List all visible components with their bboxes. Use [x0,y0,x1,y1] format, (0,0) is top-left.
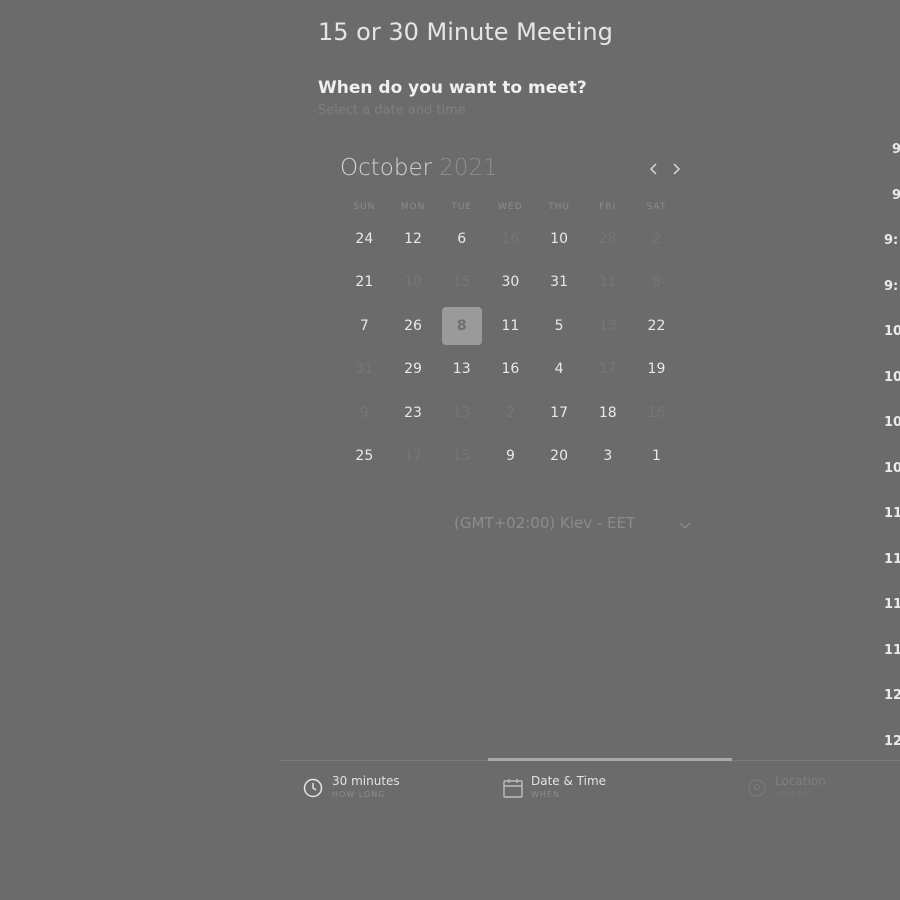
weekday-label: FRI [599,202,617,212]
weekday-label: WED [498,202,523,212]
chevron-down-icon [679,522,691,529]
step-duration-label: 30 minutes [332,774,400,788]
step-location-label: Location [775,774,826,788]
calendar-day[interactable]: 4 [535,348,584,392]
calendar-day: 15 [452,448,471,465]
weekday-label: SUN [353,202,376,212]
chevron-left-icon [649,163,657,175]
time-slot[interactable]: 12 [884,734,900,749]
active-step-indicator [488,758,732,761]
calendar-day[interactable]: 18 [583,391,632,435]
calendar-day: 16 [501,230,520,247]
clock-icon [303,778,323,798]
calendar-day[interactable]: 16 [486,348,535,392]
time-slot[interactable]: 9: [884,279,900,294]
calendar-day[interactable]: 11 [486,304,535,348]
time-slot[interactable]: 12 [884,688,900,703]
calendar-day[interactable]: 30 [486,261,535,305]
calendar-day: 2 [505,404,515,421]
section-subheading: Select a date and time [318,103,466,118]
weekday-label: THU [548,202,571,212]
calendar-day[interactable]: 24 [340,217,389,261]
calendar-day[interactable]: 25 [340,435,389,479]
time-slot-list: 9 9 9: 9: 10 10 10 10 11 11 11 11 12 12 [880,140,900,760]
year-label: 2021 [439,155,498,181]
calendar-day: 11 [598,274,617,291]
time-slot[interactable]: 9: [884,233,900,248]
weekday-label: TUE [451,202,473,212]
calendar-grid: 24 12 6 16 10 28 2 21 10 15 30 31 11 8 7 26 8 11 5 13 22 31 29… [340,217,681,478]
calendar-day[interactable]: 12 [389,217,438,261]
calendar-day[interactable]: 7 [340,304,389,348]
calendar-day[interactable]: 10 [535,217,584,261]
weekday-label: SAT [646,202,667,212]
calendar-day: 31 [355,361,374,378]
calendar-day[interactable]: 23 [389,391,438,435]
chevron-right-icon [673,163,681,175]
calendar-day[interactable]: 17 [535,391,584,435]
next-month-button[interactable] [666,157,686,181]
calendar-day[interactable]: 21 [340,261,389,305]
calendar-day: 9 [359,404,369,421]
location-pin-icon [748,779,766,797]
calendar-day: 8 [652,274,661,291]
calendar-day[interactable]: 6 [437,217,486,261]
step-location-sub: WHERE [775,790,810,799]
calendar-day: 28 [598,230,617,247]
step-date-time-sub: WHEN [531,790,560,799]
calendar-day[interactable]: 3 [583,435,632,479]
calendar-day[interactable]: 22 [632,304,681,348]
time-slot[interactable]: 9 [892,142,900,157]
calendar-day-selected[interactable]: 8 [437,304,486,348]
calendar-day: 2 [652,230,661,247]
step-duration-sub: HOW LONG [332,790,386,799]
calendar-day[interactable]: 29 [389,348,438,392]
time-slot[interactable]: 11 [884,552,900,567]
weekday-label: MON [400,202,426,212]
calendar-day[interactable]: 13 [437,348,486,392]
calendar-day: 10 [404,274,422,291]
calendar-day[interactable]: 5 [535,304,584,348]
time-slot[interactable]: 9 [892,188,900,203]
calendar-day: 17 [404,448,422,465]
calendar-day[interactable]: 26 [389,304,438,348]
time-slot[interactable]: 10 [884,370,900,385]
time-slot[interactable]: 11 [884,506,900,521]
time-slot[interactable]: 10 [884,415,900,430]
calendar-day[interactable]: 1 [632,435,681,479]
calendar-day: 17 [598,361,617,378]
calendar-day[interactable]: 9 [486,435,535,479]
time-slot[interactable]: 11 [884,597,900,612]
calendar-day[interactable]: 20 [535,435,584,479]
weekday-header: SUN MON TUE WED THU FRI SAT [340,202,681,212]
month-label: October [340,155,433,181]
timezone-select[interactable]: (GMT+02:00) Kiev - EET [454,514,694,538]
previous-month-button[interactable] [644,157,664,181]
calendar-day: 13 [452,404,471,421]
section-heading: When do you want to meet? [318,78,587,98]
selected-day-highlight: 8 [441,306,482,345]
calendar-day: 13 [598,317,617,334]
time-slot[interactable]: 10 [884,324,900,339]
calendar-icon [503,779,523,798]
calendar-day[interactable]: 31 [535,261,584,305]
calendar-day: 15 [452,274,471,291]
calendar-day: 16 [647,404,666,421]
timezone-label: (GMT+02:00) Kiev - EET [454,514,636,532]
month-navigation: October 2021 [340,155,690,187]
calendar-day[interactable]: 19 [632,348,681,392]
time-slot[interactable]: 10 [884,461,900,476]
step-date-time-label: Date & Time [531,774,607,788]
time-slot[interactable]: 11 [884,643,900,658]
page-title: 15 or 30 Minute Meeting [318,18,613,46]
